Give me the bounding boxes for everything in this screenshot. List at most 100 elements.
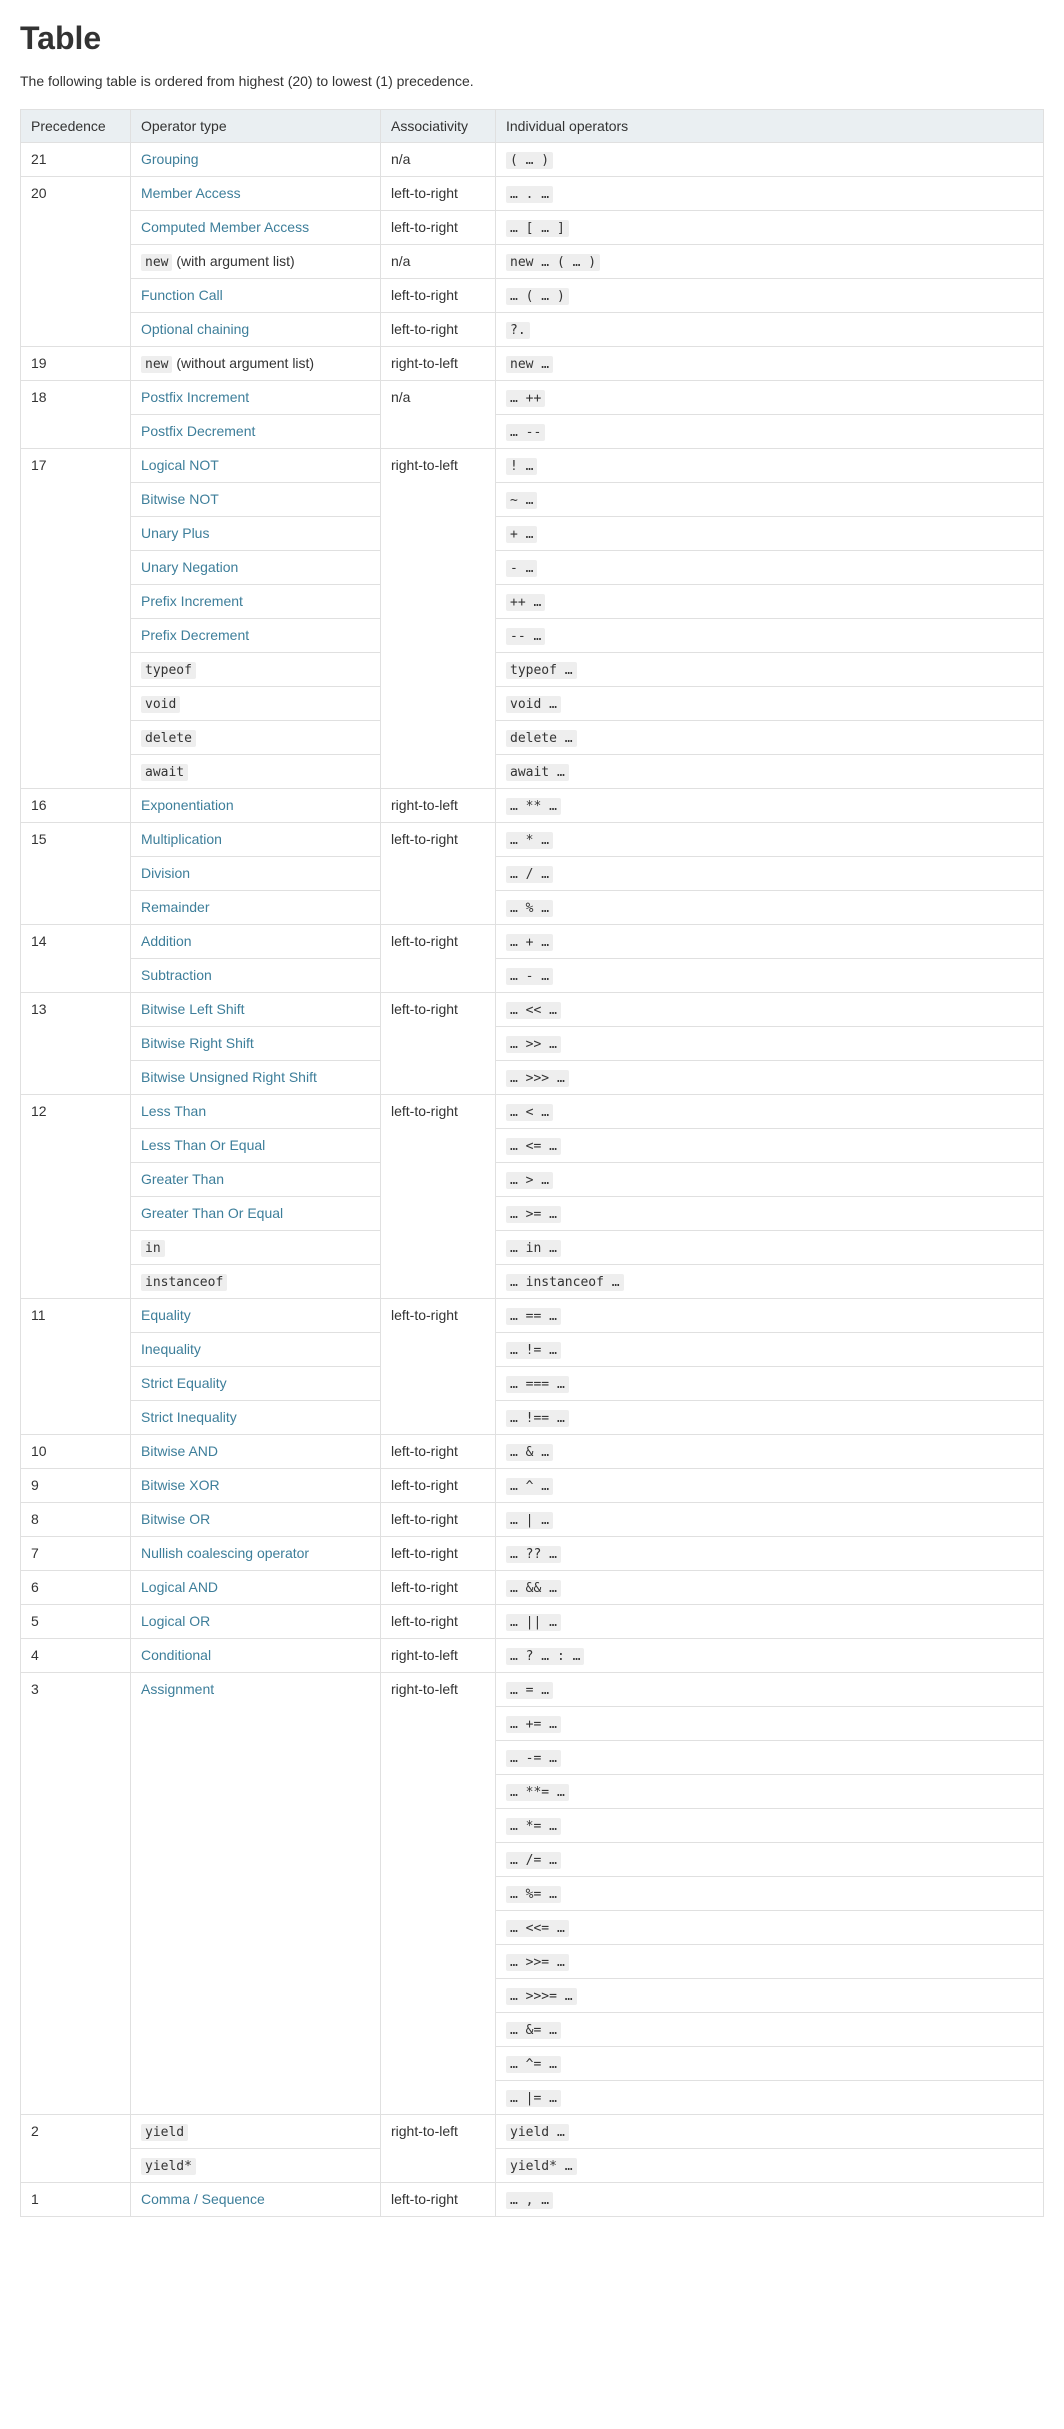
operator-type-cell: Bitwise OR	[131, 1503, 381, 1537]
code-label: await	[141, 764, 188, 781]
operator-type-cell: Logical NOT	[131, 449, 381, 483]
table-row: new (with argument list)n/anew … ( … )	[21, 245, 1044, 279]
table-row: Subtraction … - …	[21, 959, 1044, 993]
individual-operator-cell: … >> …	[496, 1027, 1044, 1061]
operator-link[interactable]: Postfix Increment	[141, 389, 249, 405]
table-row: 19new (without argument list)right-to-le…	[21, 347, 1044, 381]
operator-code: … && …	[506, 1580, 561, 1597]
operator-link[interactable]: Less Than	[141, 1103, 206, 1119]
operator-link[interactable]: typeof	[141, 661, 196, 677]
precedence-cell: 20	[21, 177, 131, 347]
operator-type-cell: Less Than	[131, 1095, 381, 1129]
operator-link[interactable]: Division	[141, 865, 190, 881]
operator-link[interactable]: Unary Negation	[141, 559, 238, 575]
operator-link[interactable]: Greater Than Or Equal	[141, 1205, 283, 1221]
operator-link[interactable]: Strict Equality	[141, 1375, 227, 1391]
operator-link[interactable]: Nullish coalescing operator	[141, 1545, 309, 1561]
operator-link[interactable]: Logical OR	[141, 1613, 210, 1629]
operator-link[interactable]: Inequality	[141, 1341, 201, 1357]
operator-link[interactable]: Unary Plus	[141, 525, 209, 541]
operator-type-cell: await	[131, 755, 381, 789]
precedence-cell: 15	[21, 823, 131, 925]
associativity-cell: left-to-right	[381, 279, 496, 313]
associativity-cell: left-to-right	[381, 1469, 496, 1503]
operator-link[interactable]: Logical AND	[141, 1579, 218, 1595]
operator-link[interactable]: Strict Inequality	[141, 1409, 237, 1425]
operator-link[interactable]: Addition	[141, 933, 192, 949]
individual-operator-cell: … &= …	[496, 2013, 1044, 2047]
table-row: Unary Negation- …	[21, 551, 1044, 585]
operator-link[interactable]: in	[141, 1239, 165, 1255]
operator-link[interactable]: Optional chaining	[141, 321, 249, 337]
operator-link[interactable]: new	[141, 355, 172, 371]
operator-code: … ++	[506, 390, 545, 407]
operator-code: yield …	[506, 2124, 569, 2141]
operator-type-cell: instanceof	[131, 1265, 381, 1299]
operator-link[interactable]: Prefix Increment	[141, 593, 243, 609]
operator-link[interactable]: Assignment	[141, 1681, 214, 1697]
operator-code: ! …	[506, 458, 537, 475]
associativity-cell: left-to-right	[381, 1299, 496, 1435]
operator-type-cell: Exponentiation	[131, 789, 381, 823]
operator-code: … !== …	[506, 1410, 569, 1427]
individual-operator-cell: … --	[496, 415, 1044, 449]
table-row: in… in …	[21, 1231, 1044, 1265]
operator-link[interactable]: Remainder	[141, 899, 209, 915]
operator-type-cell: Comma / Sequence	[131, 2183, 381, 2217]
operator-link[interactable]: Computed Member Access	[141, 219, 309, 235]
operator-link[interactable]: void	[141, 695, 180, 711]
operator-link[interactable]: yield	[141, 2123, 188, 2139]
operator-link[interactable]: Member Access	[141, 185, 241, 201]
operator-code: … . …	[506, 186, 553, 203]
operator-link[interactable]: Grouping	[141, 151, 199, 167]
operator-link[interactable]: Multiplication	[141, 831, 222, 847]
operator-code: typeof …	[506, 662, 577, 679]
operator-code: … &= …	[506, 2022, 561, 2039]
operator-link[interactable]: Function Call	[141, 287, 223, 303]
operator-type-cell: Division	[131, 857, 381, 891]
table-row: Optional chainingleft-to-right?.	[21, 313, 1044, 347]
precedence-cell: 13	[21, 993, 131, 1095]
operator-link[interactable]: delete	[141, 729, 196, 745]
precedence-cell: 4	[21, 1639, 131, 1673]
individual-operator-cell: … - …	[496, 959, 1044, 993]
operator-link[interactable]: Logical NOT	[141, 457, 219, 473]
individual-operator-cell: … & …	[496, 1435, 1044, 1469]
operator-link[interactable]: Equality	[141, 1307, 191, 1323]
operator-type-cell: Conditional	[131, 1639, 381, 1673]
operator-link[interactable]: new	[141, 253, 172, 269]
precedence-cell: 3	[21, 1673, 131, 2115]
associativity-cell: left-to-right	[381, 1095, 496, 1299]
operator-code: … *= …	[506, 1818, 561, 1835]
table-row: 21Groupingn/a( … )	[21, 143, 1044, 177]
code-label: void	[141, 696, 180, 713]
operator-link[interactable]: Conditional	[141, 1647, 211, 1663]
operator-link[interactable]: Less Than Or Equal	[141, 1137, 265, 1153]
operator-link[interactable]: Bitwise NOT	[141, 491, 219, 507]
operator-link[interactable]: Bitwise OR	[141, 1511, 210, 1527]
operator-link[interactable]: Prefix Decrement	[141, 627, 249, 643]
operator-link[interactable]: Bitwise XOR	[141, 1477, 220, 1493]
operator-link[interactable]: Comma / Sequence	[141, 2191, 265, 2207]
operator-link[interactable]: Subtraction	[141, 967, 212, 983]
individual-operator-cell: … ^ …	[496, 1469, 1044, 1503]
operator-link[interactable]: Postfix Decrement	[141, 423, 255, 439]
operator-link[interactable]: Bitwise AND	[141, 1443, 218, 1459]
operator-link[interactable]: Exponentiation	[141, 797, 234, 813]
associativity-cell: left-to-right	[381, 211, 496, 245]
operator-link[interactable]: await	[141, 763, 188, 779]
operator-link[interactable]: Greater Than	[141, 1171, 224, 1187]
operator-code: … << …	[506, 1002, 561, 1019]
operator-type-cell: Grouping	[131, 143, 381, 177]
operator-link[interactable]: Bitwise Unsigned Right Shift	[141, 1069, 317, 1085]
individual-operator-cell: void …	[496, 687, 1044, 721]
associativity-cell: right-to-left	[381, 1639, 496, 1673]
operator-link[interactable]: yield*	[141, 2157, 196, 2173]
operator-link[interactable]: instanceof	[141, 1273, 227, 1289]
operator-link[interactable]: Bitwise Right Shift	[141, 1035, 254, 1051]
operator-code: … - …	[506, 968, 553, 985]
individual-operator-cell: new … ( … )	[496, 245, 1044, 279]
precedence-cell: 5	[21, 1605, 131, 1639]
operator-link[interactable]: Bitwise Left Shift	[141, 1001, 245, 1017]
operator-type-cell: delete	[131, 721, 381, 755]
